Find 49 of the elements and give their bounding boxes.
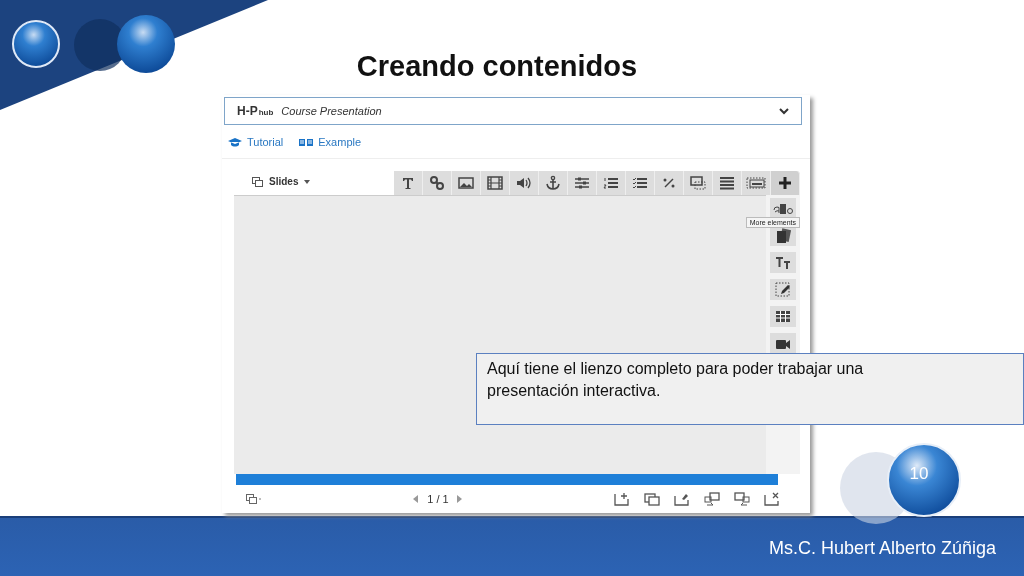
logo: H-Phub <box>237 104 274 118</box>
tool-button[interactable] <box>394 171 423 195</box>
link[interactable]: Example <box>299 136 362 148</box>
chevron-down-icon <box>779 107 789 115</box>
table-icon <box>775 308 791 325</box>
page-counter: 1 / 1 <box>427 493 449 505</box>
book-icon <box>299 137 314 147</box>
cards-icon <box>775 227 791 244</box>
film-icon <box>487 175 503 191</box>
numbered-list-icon <box>603 175 619 191</box>
add-slide-icon[interactable] <box>614 492 630 506</box>
drag-drop-icon <box>690 175 706 191</box>
author-name: Ms.C. Hubert Alberto Zúñiga <box>768 538 996 559</box>
slide-background-icon[interactable] <box>674 492 690 506</box>
link[interactable]: Tutorial <box>228 136 284 148</box>
text-box-icon <box>746 175 766 191</box>
content-type-name: Course Presentation <box>281 105 382 117</box>
duplicate-slide-icon[interactable] <box>644 492 660 506</box>
page-number: 10 <box>908 464 930 484</box>
callout-text: Aquí tiene el lienzo completo para poder trabajar una presentación interactiva. <box>476 353 1024 425</box>
previous-icon[interactable] <box>413 495 420 503</box>
plus-icon <box>777 175 793 191</box>
tool-button[interactable] <box>771 171 800 195</box>
anchor-icon <box>545 175 561 191</box>
list-icon <box>719 175 735 191</box>
slides-icon <box>252 176 263 187</box>
next-icon[interactable] <box>456 495 463 503</box>
text-icon <box>400 175 416 191</box>
text-resize-icon <box>775 254 791 271</box>
graduation-cap-icon <box>228 137 242 147</box>
tool-button[interactable] <box>770 252 796 273</box>
sliders-icon <box>574 175 590 191</box>
slides-icon <box>246 494 262 504</box>
tool-button[interactable] <box>770 198 796 219</box>
move-slide-left-icon[interactable] <box>704 492 720 506</box>
checklist-icon <box>632 175 648 191</box>
delete-slide-icon[interactable] <box>764 492 780 506</box>
content-type-selector[interactable]: H-Phub Course Presentation <box>224 97 802 125</box>
image-icon <box>458 175 474 191</box>
tool-button[interactable] <box>770 306 796 327</box>
marker-edit-icon <box>775 281 791 298</box>
move-slide-right-icon[interactable] <box>734 492 750 506</box>
caret-icon <box>304 179 311 184</box>
speaker-icon <box>516 175 532 191</box>
slides-menu-button[interactable]: Slides <box>252 176 311 187</box>
link-icon <box>429 175 445 191</box>
slide-title: Creando contenidos <box>355 50 639 83</box>
tool-button[interactable] <box>770 279 796 300</box>
tool-button[interactable] <box>770 333 796 354</box>
